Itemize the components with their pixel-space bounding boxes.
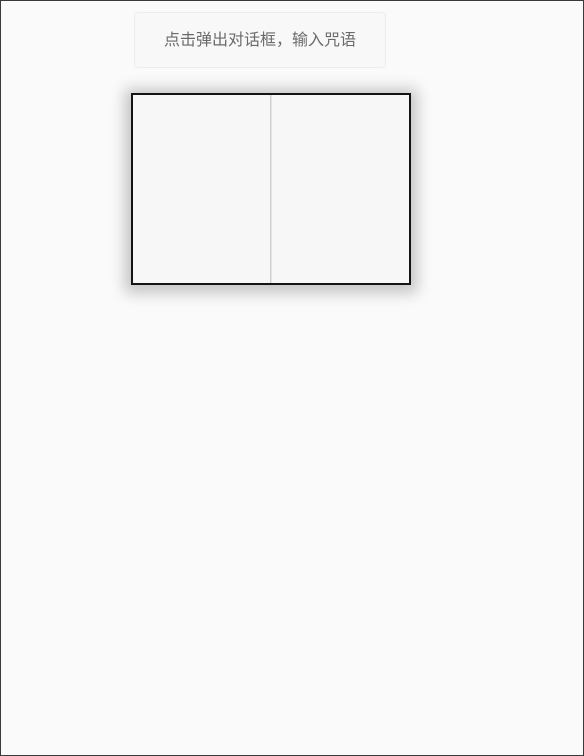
book-left-page [133, 95, 271, 283]
page: { "prompt_button": { "label": "点击弹出对话框，输… [0, 0, 584, 756]
open-book [131, 93, 411, 285]
open-dialog-button[interactable]: 点击弹出对话框，输入咒语 [134, 12, 386, 68]
book-right-page [271, 95, 409, 283]
